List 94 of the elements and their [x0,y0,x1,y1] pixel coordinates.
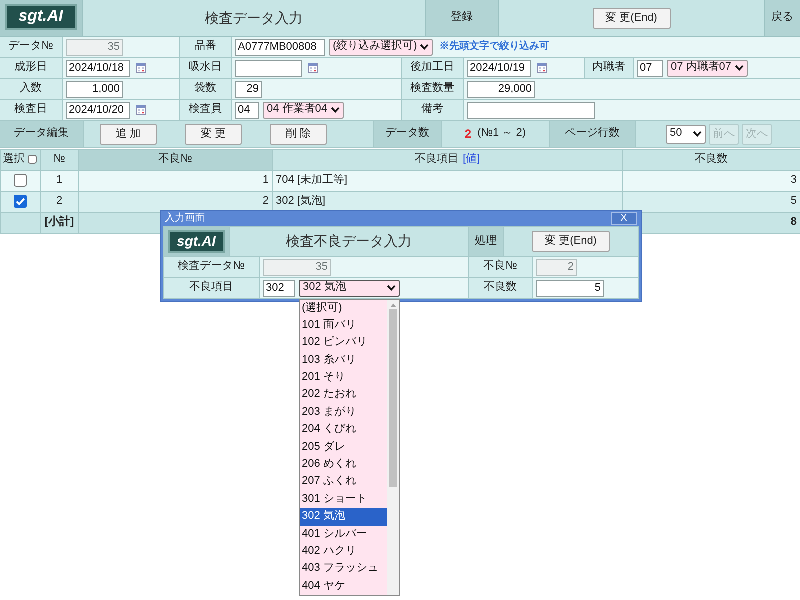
field-label: 内職者 [585,58,633,78]
app-logo: sgt.AI [5,4,77,30]
dropdown-option[interactable]: 302 気泡 [300,508,387,526]
field-label: 検査員 [180,100,231,120]
input-field[interactable]: 07 [637,60,663,76]
field-label: 検査数量 [402,79,463,99]
date-field[interactable]: 2024/10/18 [66,60,130,76]
column-header-label: 不良項目 [414,153,459,166]
change-button[interactable]: 変 更(End) [592,8,670,28]
edit-button[interactable]: 変 更 [185,124,242,144]
section-label: 登録 [426,0,498,36]
input-field[interactable]: 1,000 [66,80,123,98]
section-label: 処理 [469,227,503,256]
close-button[interactable]: X [611,212,637,225]
chevron-down-icon[interactable] [693,131,702,137]
page-size-select[interactable]: 50 [666,124,706,144]
dropdown-option[interactable]: 204 くびれ [300,421,387,439]
back-button[interactable]: 戻る [765,0,800,36]
input-field[interactable]: 29,000 [467,80,535,98]
field-label: 不良項目 [164,278,259,298]
dropdown-option[interactable]: 205 ダレ [300,438,387,456]
dropdown-option[interactable]: 101 面バリ [300,316,387,334]
calendar-icon[interactable] [308,63,318,73]
select-all-checkbox[interactable] [28,155,37,164]
chevron-down-icon[interactable] [734,65,744,71]
record-range: (№1 ～ 2) [478,127,526,141]
input-field[interactable]: 5 [536,280,604,296]
date-field[interactable] [235,60,302,76]
calendar-icon[interactable] [537,63,547,73]
field-label: 成形日 [0,58,62,78]
change-button[interactable]: 変 更(End) [532,231,610,252]
field-label: 袋数 [180,79,231,99]
field-label: 検査日 [0,100,62,120]
dropdown-select[interactable]: 04 作業者04 [263,102,344,118]
subtotal-label: [小計] [40,212,78,234]
scrollbar[interactable] [387,300,399,596]
dropdown-option[interactable]: 401 シルバー [300,526,387,543]
input-field[interactable]: 04 [235,102,259,118]
column-header: № [40,150,78,170]
hint-text: ※先頭文字で絞り込み可 [439,41,550,53]
dropdown-option[interactable]: 203 まがり [300,404,387,422]
input-field[interactable]: 29 [235,80,262,98]
field-label: 品番 [180,37,231,57]
scroll-up-arrow-icon[interactable] [390,302,396,308]
calendar-icon[interactable] [136,63,146,73]
field-label: データ№ [0,37,62,57]
dropdown-option[interactable]: 102 ピンバリ [300,334,387,352]
column-header: 不良№ [78,150,272,170]
input-field[interactable]: A0777MB00808 [235,38,325,56]
calendar-icon[interactable] [136,105,146,115]
chevron-down-icon[interactable] [330,107,340,113]
chevron-down-icon[interactable] [387,285,396,291]
delete-button[interactable]: 削 除 [270,124,327,144]
input-field[interactable] [467,102,595,118]
row-checkbox[interactable] [14,174,27,188]
dialog-title: 入力画面 [164,212,205,224]
field-label: 入数 [0,79,62,99]
add-button[interactable]: 追 加 [100,124,157,144]
table-row[interactable]: 1 1 704 [未加工等] 3 [0,170,800,192]
toolbar-label: データ編集 [0,121,83,147]
scrollbar-thumb[interactable] [389,308,397,486]
field-label: 備考 [402,100,463,120]
dropdown-option[interactable]: 206 めくれ [300,456,387,474]
field-label: 検査データ№ [164,257,259,277]
dropdown-option[interactable]: 402 ハクリ [300,542,387,560]
value-link[interactable]: [値] [462,153,480,166]
toolbar-label: データ数 [374,121,441,147]
chevron-down-icon[interactable] [420,44,430,50]
dropdown-option[interactable]: 201 そり [300,369,387,386]
dropdown-select[interactable]: 07 内職者07 [667,60,748,76]
date-field[interactable]: 2024/10/20 [66,102,130,118]
dropdown-option[interactable]: 301 ショート [300,490,387,508]
dropdown-option[interactable]: (選択可) [300,300,387,317]
field-label: 吸水日 [180,58,231,78]
page-title: 検査データ入力 [83,0,425,36]
record-count: 2 [464,126,472,142]
app-logo: sgt.AI [168,230,225,253]
field-label: 不良№ [469,257,532,277]
dropdown-option[interactable]: 403 フラッシュ [300,560,387,578]
column-header-label: 選択 [3,153,25,166]
dropdown-select[interactable]: (絞り込み選択可) [329,38,434,56]
dropdown-option[interactable]: 103 糸バリ [300,352,387,370]
column-header: 不良数 [622,150,800,170]
input-field[interactable]: 302 [263,280,295,296]
date-field[interactable]: 2024/10/19 [467,60,531,76]
field-label: 不良数 [469,278,532,298]
dropdown-option[interactable]: 207 ふくれ [300,473,387,491]
field-label: 後加工日 [402,58,463,78]
dropdown-option[interactable]: 202 たおれ [300,386,387,404]
row-checkbox[interactable] [14,195,27,208]
dropdown-option[interactable]: 404 ヤケ [300,578,387,596]
dialog-heading: 検査不良データ入力 [230,227,468,256]
dropdown-select[interactable]: 302 気泡 [299,280,400,296]
toolbar-label: ページ行数 [550,121,635,147]
